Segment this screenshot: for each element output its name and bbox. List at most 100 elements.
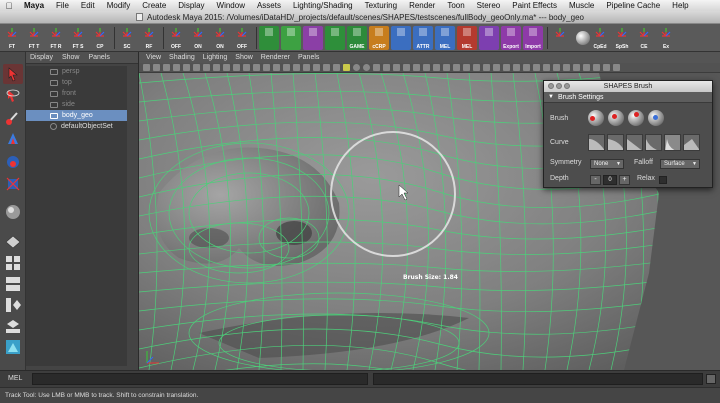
shelf-tool-10-icon[interactable]: OFF [232, 25, 252, 50]
viewport-tool-27-icon[interactable] [413, 64, 420, 71]
shapes-brush-titlebar[interactable]: SHAPES Brush [544, 81, 712, 92]
menu-pipeline-cache[interactable]: Pipeline Cache [600, 1, 666, 10]
viewport-tool-10-icon[interactable] [243, 64, 250, 71]
shelf-tool-18-icon[interactable]: ATTR [413, 25, 433, 50]
viewport-tool-42-icon[interactable] [563, 64, 570, 71]
menu-paint-effects[interactable]: Paint Effects [506, 1, 563, 10]
curve-preset-3-icon[interactable] [626, 134, 643, 151]
scale-tool-icon[interactable] [3, 174, 23, 194]
symmetry-dropdown[interactable]: None ▼ [590, 159, 624, 169]
curve-preset-2-icon[interactable] [607, 134, 624, 151]
menu-display[interactable]: Display [172, 1, 210, 10]
viewport-tool-30-icon[interactable] [443, 64, 450, 71]
layout-persp-graph-icon[interactable] [3, 316, 23, 336]
viewport-tool-34-icon[interactable] [483, 64, 490, 71]
brush-pull-icon[interactable] [608, 110, 624, 126]
outliner-menu-display[interactable]: Display [30, 54, 53, 61]
viewport-tool-40-icon[interactable] [543, 64, 550, 71]
shelf-tool-20-icon[interactable]: MEL [457, 25, 477, 50]
menu-stereo[interactable]: Stereo [471, 1, 507, 10]
depth-increment-button[interactable]: + [619, 175, 630, 185]
viewport-tool-25-icon[interactable] [393, 64, 400, 71]
apple-icon[interactable]:  [0, 1, 18, 11]
viewport-menu-view[interactable]: View [146, 54, 161, 61]
rotate-tool-icon[interactable] [3, 152, 23, 172]
shelf-tool-13-icon[interactable] [303, 25, 323, 50]
viewport-tool-2-icon[interactable] [163, 64, 170, 71]
brush-push-icon[interactable] [588, 110, 604, 126]
viewport-tool-37-icon[interactable] [513, 64, 520, 71]
layout-four-icon[interactable] [3, 253, 23, 273]
falloff-dropdown[interactable]: Surface ▼ [660, 159, 700, 169]
viewport-tool-41-icon[interactable] [553, 64, 560, 71]
brush-grab-icon[interactable] [648, 110, 664, 126]
shelf-tool-6-icon[interactable]: RF [139, 25, 159, 50]
shelf-tool-26-icon[interactable]: SpSh [612, 25, 632, 50]
shelf-tool-4-icon[interactable]: CP [90, 25, 110, 50]
menu-window[interactable]: Window [211, 1, 251, 10]
viewport-tool-23-icon[interactable] [373, 64, 380, 71]
viewport-tool-45-icon[interactable] [593, 64, 600, 71]
curve-preset-1-icon[interactable] [588, 134, 605, 151]
viewport-tool-9-icon[interactable] [233, 64, 240, 71]
menu-app-maya[interactable]: Maya [18, 1, 50, 10]
viewport-tool-14-icon[interactable] [283, 64, 290, 71]
viewport-tool-8-icon[interactable] [223, 64, 230, 71]
outliner-menu-panels[interactable]: Panels [88, 54, 109, 61]
shelf-tool-15-icon[interactable]: GAME [347, 25, 367, 50]
viewport-tool-7-icon[interactable] [213, 64, 220, 71]
shelf-tool-23-icon[interactable]: Import [523, 25, 543, 50]
viewport-tool-26-icon[interactable] [403, 64, 410, 71]
curve-preset-6-icon[interactable] [683, 134, 700, 151]
shelf-tool-17-icon[interactable] [391, 25, 411, 50]
viewport-tool-16-icon[interactable] [303, 64, 310, 71]
shelf-tool-9-icon[interactable]: ON [210, 25, 230, 50]
menu-edit[interactable]: Edit [75, 1, 101, 10]
shelf-tool-11-icon[interactable] [259, 25, 279, 50]
curve-preset-5-icon[interactable] [664, 134, 681, 151]
layout-hypershade-icon[interactable] [3, 337, 23, 357]
menu-render[interactable]: Render [403, 1, 441, 10]
viewport-tool-29-icon[interactable] [433, 64, 440, 71]
viewport-tool-19-icon[interactable] [333, 64, 340, 71]
shelf-tool-21-icon[interactable] [479, 25, 499, 50]
viewport-tool-46-icon[interactable] [603, 64, 610, 71]
outliner-item-top[interactable]: top [26, 77, 127, 88]
menu-help[interactable]: Help [666, 1, 694, 10]
viewport-tool-31-icon[interactable] [453, 64, 460, 71]
shelf-sphere-icon[interactable] [576, 30, 590, 45]
shelf-tool-14-icon[interactable] [325, 25, 345, 50]
outliner-menu-show[interactable]: Show [62, 54, 80, 61]
shelf-tool-1-icon[interactable]: FT T [24, 25, 44, 50]
depth-value-field[interactable]: 0 [603, 175, 617, 185]
move-tool-icon[interactable] [3, 130, 23, 150]
viewport-menu-show[interactable]: Show [235, 54, 253, 61]
viewport-tool-6-icon[interactable] [203, 64, 210, 71]
shelf-tool-5-icon[interactable]: SC [117, 25, 137, 50]
shelf-tool-19-icon[interactable]: MEL [435, 25, 455, 50]
lasso-tool-icon[interactable] [3, 86, 23, 106]
brush-settings-header[interactable]: ▼ Brush Settings [544, 92, 712, 103]
viewport-tool-44-icon[interactable] [583, 64, 590, 71]
viewport-tool-24-icon[interactable] [383, 64, 390, 71]
menu-texturing[interactable]: Texturing [359, 1, 403, 10]
paint-select-tool-icon[interactable] [3, 108, 23, 128]
shelf-tool-7-icon[interactable]: OFF [166, 25, 186, 50]
viewport-tool-18-icon[interactable] [323, 64, 330, 71]
shelf-tool-0-icon[interactable]: FT [2, 25, 22, 50]
outliner-item-default-object-set[interactable]: defaultObjectSet [26, 121, 127, 132]
minimize-window-icon[interactable] [556, 83, 562, 89]
menu-toon[interactable]: Toon [441, 1, 470, 10]
viewport-tool-21-icon[interactable] [353, 64, 360, 71]
collapse-triangle-icon[interactable]: ▼ [548, 94, 554, 100]
viewport-tool-3-icon[interactable] [173, 64, 180, 71]
menu-lighting-shading[interactable]: Lighting/Shading [287, 1, 359, 10]
layout-persp-outliner-icon[interactable] [3, 295, 23, 315]
shelf-tool-3-icon[interactable]: FT S [68, 25, 88, 50]
layout-single-icon[interactable] [3, 232, 23, 252]
viewport-tool-36-icon[interactable] [503, 64, 510, 71]
viewport-tool-33-icon[interactable] [473, 64, 480, 71]
sculpt-tool-icon[interactable] [3, 202, 23, 222]
brush-smooth-icon[interactable] [628, 110, 644, 126]
shelf-tool-27-icon[interactable]: CE [634, 25, 654, 50]
